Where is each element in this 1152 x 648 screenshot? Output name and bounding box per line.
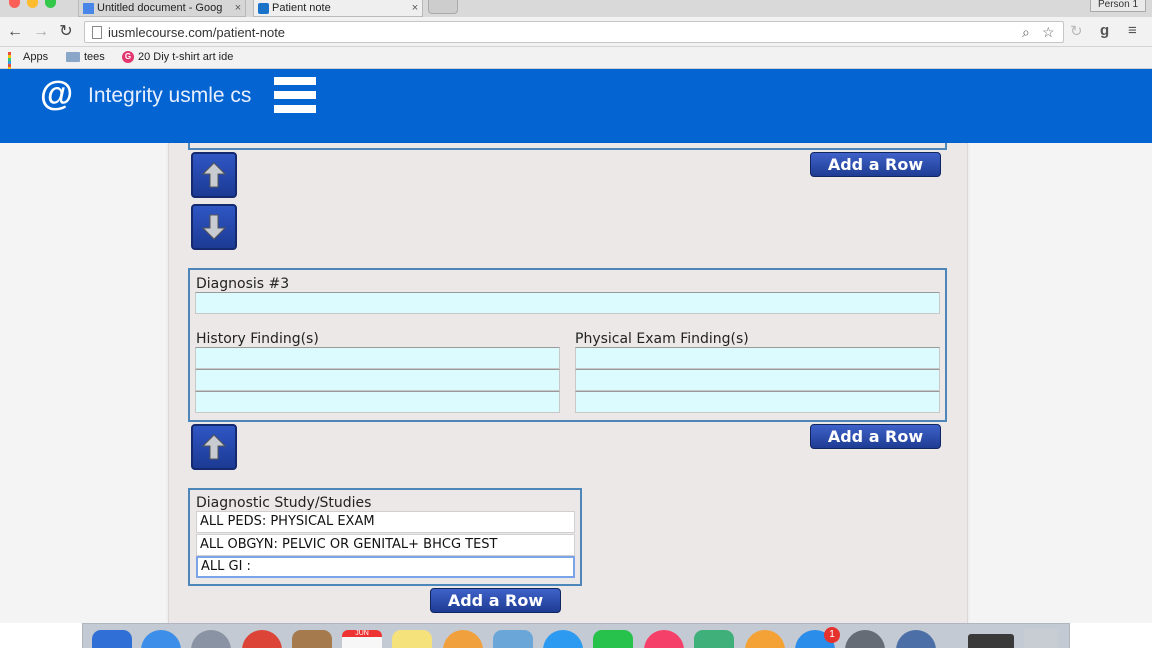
downloads-stack-icon[interactable] [968,634,1014,648]
notification-badge: 1 [824,627,840,643]
at-logo-icon[interactable]: @ [40,75,73,114]
extension-g-icon[interactable]: g [1100,22,1109,39]
browser-tab-strip: Untitled document - Goog × Patient note … [0,0,1152,17]
move-up-button[interactable] [191,152,237,198]
forward-arrow-icon[interactable]: → [32,22,50,42]
trash-icon[interactable] [1024,628,1058,648]
zoom-icon[interactable]: ⌕ [1022,24,1030,41]
arrow-up-icon [202,162,226,188]
bookmark-diy-tshirt[interactable]: G 20 Diy t-shirt art ide [122,51,233,63]
tab-patient-note[interactable]: Patient note × [253,0,423,17]
apps-grid-icon [8,51,19,79]
site-brand[interactable]: Integrity usmle cs [88,84,251,108]
bookmarks-bar: Apps tees G 20 Diy t-shirt art ide [0,47,1152,79]
profile-button[interactable]: Person 1 [1090,0,1146,12]
exam-finding-input-2[interactable] [575,369,940,391]
folder-icon [66,52,80,62]
facetime-icon[interactable] [593,630,633,648]
arrow-up-icon [202,434,226,460]
preview-icon[interactable] [493,630,533,648]
tab-close-icon[interactable]: × [231,2,245,14]
browser-toolbar: ← → ↻ iusmlecourse.com/patient-note ⌕ ☆ … [0,17,1152,47]
move-up-button[interactable] [191,424,237,470]
page-icon [92,26,102,39]
url-text: iusmlecourse.com/patient-note [108,25,286,40]
hamburger-menu-icon[interactable] [274,77,316,117]
history-finding-input-1[interactable] [195,347,560,369]
calendar-icon[interactable]: JUN [342,630,382,648]
contacts-icon[interactable] [292,630,332,648]
address-bar[interactable]: iusmlecourse.com/patient-note ⌕ ☆ [84,21,1064,43]
tab-close-icon[interactable]: × [408,2,422,14]
notes-icon[interactable] [392,630,432,648]
diagnostic-studies-label: Diagnostic Study/Studies [196,495,372,511]
diagnosis-3-input[interactable] [195,292,940,314]
bookmark-tees[interactable]: tees [66,51,105,63]
add-row-button[interactable]: Add a Row [810,152,941,177]
diagnosis-3-label: Diagnosis #3 [196,276,290,292]
window-minimize-button[interactable] [27,0,38,8]
window-close-button[interactable] [9,0,20,8]
history-findings-label: History Finding(s) [196,331,319,347]
arrow-down-icon [202,214,226,240]
add-row-button[interactable]: Add a Row [810,424,941,449]
menu-icon[interactable]: ≡ [1128,22,1137,39]
study-row-input[interactable]: ALL OBGYN: PELVIC OR GENITAL+ BHCG TEST [196,534,575,556]
bookmark-star-icon[interactable]: ☆ [1042,24,1055,41]
move-down-button[interactable] [191,204,237,250]
bookmark-apps[interactable]: Apps [8,51,48,79]
new-tab-button[interactable] [428,0,458,14]
exam-finding-input-1[interactable] [575,347,940,369]
site-header: @ Integrity usmle cs [0,69,1152,143]
window-zoom-button[interactable] [45,0,56,8]
add-row-button[interactable]: Add a Row [430,588,561,613]
g-favicon-icon: G [122,51,134,63]
history-finding-input-3[interactable] [195,391,560,413]
previous-diagnosis-box-edge [188,143,947,150]
study-row-input[interactable]: ALL PEDS: PHYSICAL EXAM [196,511,575,533]
tab-untitled-document[interactable]: Untitled document - Goog × [78,0,246,17]
finder-icon[interactable] [92,630,132,648]
site-favicon-icon [258,2,269,14]
study-row-input-focused[interactable]: ALL GI : [196,556,575,578]
exam-finding-input-3[interactable] [575,391,940,413]
google-docs-icon [83,2,94,14]
exam-findings-label: Physical Exam Finding(s) [575,331,749,347]
maps-icon[interactable] [694,630,734,648]
extension-refresh-icon[interactable]: ↻ [1070,22,1083,40]
history-finding-input-2[interactable] [195,369,560,391]
reload-icon[interactable]: ↻ [57,22,75,42]
back-arrow-icon[interactable]: ← [6,22,24,42]
